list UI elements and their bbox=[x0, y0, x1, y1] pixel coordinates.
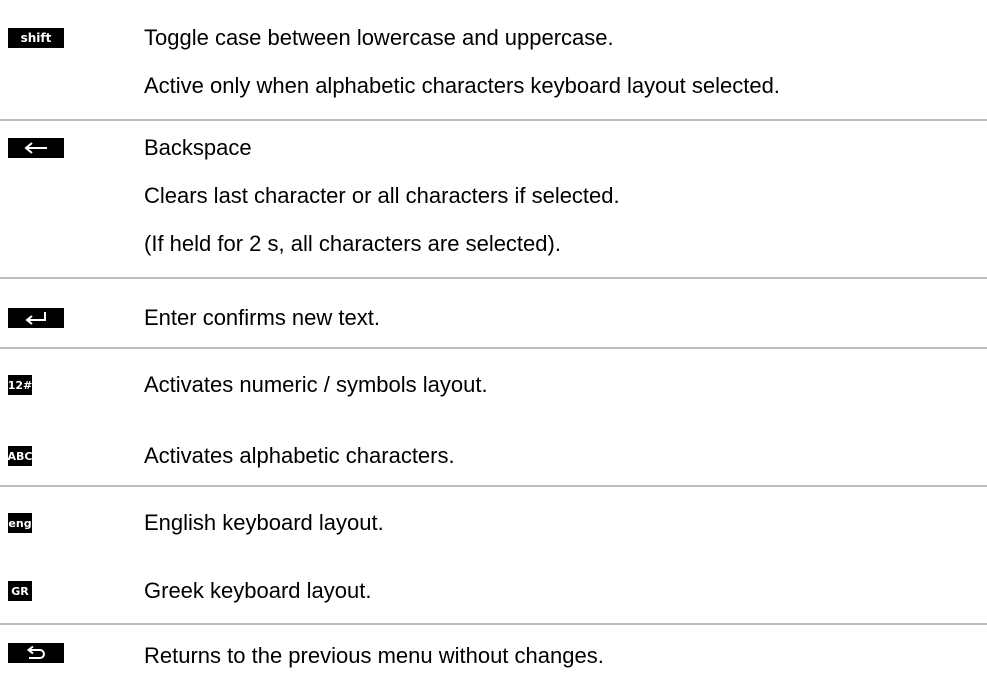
english-layout-icon: eng bbox=[8, 513, 32, 533]
entry-line: Activates alphabetic characters. bbox=[144, 443, 455, 468]
entry-line: (If held for 2 s, all characters are sel… bbox=[144, 231, 561, 256]
english-key-label: eng bbox=[8, 516, 32, 530]
separator bbox=[0, 119, 987, 121]
back-return-icon bbox=[8, 643, 64, 663]
greek-layout-icon: GR bbox=[8, 581, 32, 601]
entry-line: Backspace bbox=[144, 135, 252, 160]
separator bbox=[0, 623, 987, 625]
entry-line: Greek keyboard layout. bbox=[144, 578, 372, 603]
entry-line: Toggle case between lowercase and upperc… bbox=[144, 25, 614, 50]
numeric-key-label: 12# bbox=[7, 378, 33, 392]
shift-key-label: shift bbox=[20, 31, 52, 45]
entry-line: Returns to the previous menu without cha… bbox=[144, 643, 604, 668]
separator bbox=[0, 347, 987, 349]
greek-key-label: GR bbox=[11, 584, 29, 598]
entry-line: Active only when alphabetic characters k… bbox=[144, 73, 780, 98]
entry-line: Clears last character or all characters … bbox=[144, 183, 620, 208]
entry-line: English keyboard layout. bbox=[144, 510, 384, 535]
separator bbox=[0, 277, 987, 279]
shift-key-icon: shift bbox=[8, 28, 64, 48]
separator bbox=[0, 485, 987, 487]
alphabetic-key-label: ABC bbox=[7, 449, 33, 463]
backspace-arrow-icon bbox=[8, 138, 64, 158]
enter-return-icon bbox=[8, 308, 64, 328]
entry-line: Enter confirms new text. bbox=[144, 305, 380, 330]
entry-line: Activates numeric / symbols layout. bbox=[144, 372, 488, 397]
alphabetic-layout-icon: ABC bbox=[7, 446, 33, 466]
numeric-layout-icon: 12# bbox=[8, 375, 32, 395]
